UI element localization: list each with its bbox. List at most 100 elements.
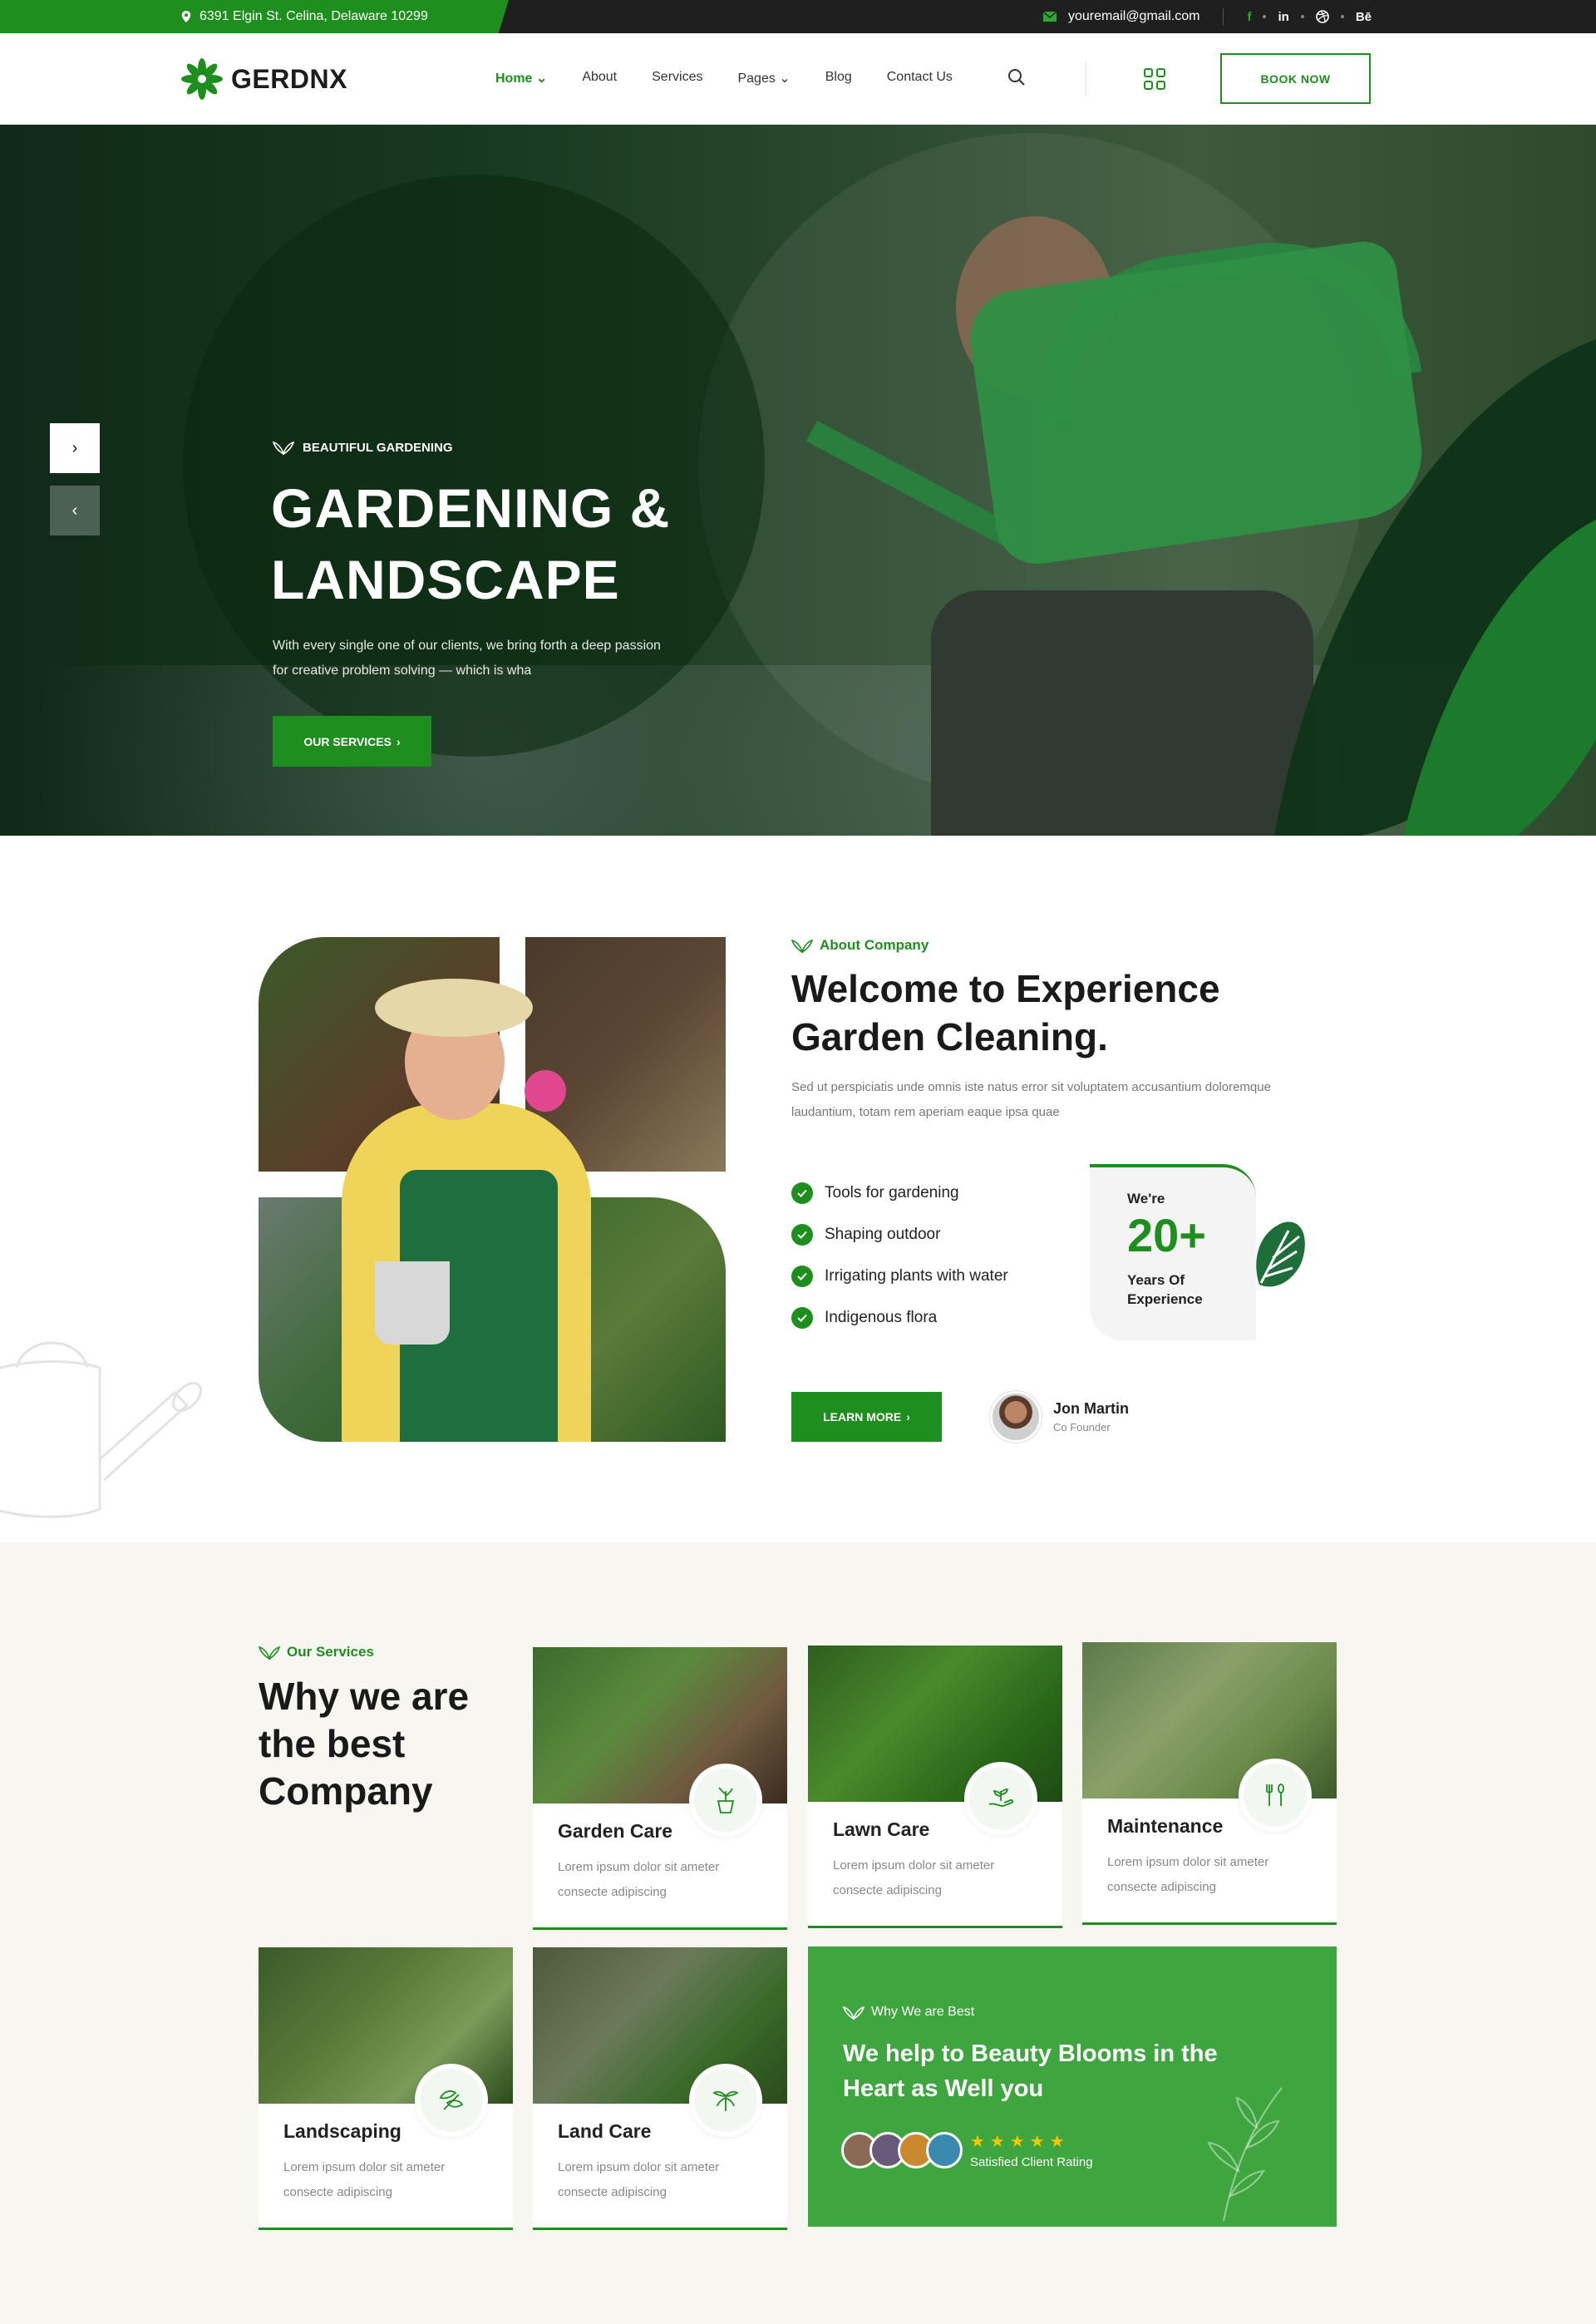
flower-pot bbox=[375, 1261, 450, 1345]
service-title: Maintenance bbox=[1107, 1815, 1224, 1837]
hand-sprout-icon bbox=[964, 1762, 1037, 1835]
check-icon bbox=[791, 1224, 813, 1246]
experience-card: We're 20+ Years Of Experience bbox=[1090, 1164, 1256, 1340]
why-best-tag-text: Why We are Best bbox=[871, 2005, 975, 2019]
hero-title: GARDENING & LANDSCAPE bbox=[271, 472, 670, 615]
hero-gardener-body bbox=[931, 590, 1313, 836]
hero-title-line2: LANDSCAPE bbox=[271, 549, 620, 610]
avatar bbox=[990, 1391, 1042, 1443]
avatar bbox=[926, 2132, 963, 2169]
slider-prev-button[interactable]: ‹ bbox=[50, 486, 100, 535]
services-tag-text: Our Services bbox=[287, 1644, 374, 1660]
author-role: Co Founder bbox=[1053, 1421, 1111, 1433]
hero-tag-text: BEAUTIFUL GARDENING bbox=[303, 440, 453, 455]
garden-tools-icon bbox=[1239, 1759, 1312, 1832]
service-card-land-care[interactable]: Land Care Lorem ipsum dolor sit ameter c… bbox=[533, 1947, 787, 2230]
service-desc: Lorem ipsum dolor sit ameter consecte ad… bbox=[833, 1858, 995, 1897]
plant-pot-icon bbox=[689, 1764, 762, 1837]
about-title: Welcome to Experience Garden Cleaning. bbox=[791, 967, 1220, 1058]
logo[interactable]: GERDNX bbox=[181, 58, 347, 100]
logo-text: GERDNX bbox=[231, 63, 347, 94]
dot-separator bbox=[1300, 15, 1304, 18]
farmer-hat bbox=[375, 979, 533, 1037]
service-title: Landscaping bbox=[283, 2120, 401, 2142]
service-desc: Lorem ipsum dolor sit ameter consecte ad… bbox=[1107, 1855, 1269, 1894]
about-section: About Company Welcome to Experience Gard… bbox=[0, 836, 1596, 1542]
about-image-mosaic bbox=[259, 937, 726, 1442]
palm-plant-icon bbox=[689, 2064, 762, 2137]
service-title: Lawn Care bbox=[833, 1818, 930, 1840]
checklist-item: Shaping outdoor bbox=[791, 1214, 1008, 1256]
topbar-address: 6391 Elgin St. Celina, Delaware 10299 bbox=[0, 0, 509, 33]
main-nav: Home ⌄ About Services Pages ⌄ Blog Conta… bbox=[495, 70, 953, 86]
experience-prefix: We're bbox=[1127, 1191, 1165, 1206]
service-card-landscaping[interactable]: Landscaping Lorem ipsum dolor sit ameter… bbox=[259, 1947, 513, 2230]
our-services-button[interactable]: OUR SERVICES › bbox=[273, 716, 431, 767]
facebook-icon[interactable]: f bbox=[1247, 10, 1251, 24]
mail-icon bbox=[1042, 12, 1057, 22]
hero-section: › ‹ BEAUTIFUL GARDENING GARDENING & LAND… bbox=[0, 125, 1596, 836]
service-title: Garden Care bbox=[558, 1820, 673, 1842]
service-card-maintenance[interactable]: Maintenance Lorem ipsum dolor sit ameter… bbox=[1082, 1642, 1337, 1925]
service-desc: Lorem ipsum dolor sit ameter consecte ad… bbox=[283, 2160, 446, 2199]
nav-home[interactable]: Home ⌄ bbox=[495, 70, 547, 86]
watering-can-image bbox=[963, 237, 1431, 570]
service-desc: Lorem ipsum dolor sit ameter consecte ad… bbox=[558, 1860, 720, 1899]
linkedin-icon[interactable]: in bbox=[1278, 10, 1288, 24]
check-icon bbox=[791, 1307, 813, 1329]
service-card-lawn-care[interactable]: Lawn Care Lorem ipsum dolor sit ameter c… bbox=[808, 1646, 1062, 1928]
experience-label: Years Of Experience bbox=[1127, 1272, 1203, 1307]
pink-flower bbox=[525, 1070, 566, 1112]
landscape-icon bbox=[415, 2064, 488, 2137]
nav-about[interactable]: About bbox=[582, 70, 617, 86]
services-title: Why we are the best Company bbox=[259, 1675, 470, 1813]
client-avatars bbox=[841, 2132, 963, 2169]
check-icon bbox=[791, 1182, 813, 1204]
behance-icon[interactable]: Bē bbox=[1356, 10, 1372, 24]
feature-checklist: Tools for gardening Shaping outdoor Irri… bbox=[791, 1172, 1008, 1339]
address-text: 6391 Elgin St. Celina, Delaware 10299 bbox=[200, 9, 428, 23]
experience-number: 20+ bbox=[1127, 1209, 1206, 1261]
services-tag: Our Services bbox=[259, 1644, 374, 1660]
service-desc: Lorem ipsum dolor sit ameter consecte ad… bbox=[558, 2160, 720, 2199]
logo-flower-icon bbox=[181, 58, 223, 100]
why-best-title: We help to Beauty Blooms in the Heart as… bbox=[843, 2040, 1218, 2102]
nav-services[interactable]: Services bbox=[652, 70, 702, 86]
hero-tag: BEAUTIFUL GARDENING bbox=[273, 440, 453, 455]
watering-can-outline-icon bbox=[0, 1341, 202, 1518]
nav-blog[interactable]: Blog bbox=[825, 70, 852, 86]
author-name: Jon Martin bbox=[1053, 1400, 1130, 1417]
hero-title-line1: GARDENING & bbox=[271, 477, 671, 539]
topbar-right: youremail@gmail.com f in Bē bbox=[1042, 0, 1372, 33]
leaf-sprout-icon bbox=[273, 441, 294, 455]
service-card-garden-care[interactable]: Garden Care Lorem ipsum dolor sit ameter… bbox=[533, 1647, 787, 1930]
author-block: Jon Martin Co Founder bbox=[990, 1391, 1129, 1443]
dot-separator bbox=[1340, 15, 1344, 18]
services-section: Our Services Why we are the best Company bbox=[0, 1542, 1596, 2324]
dot-separator bbox=[1263, 15, 1267, 18]
search-icon[interactable] bbox=[1007, 68, 1026, 86]
checklist-item: Irrigating plants with water bbox=[791, 1256, 1008, 1297]
nav-contact[interactable]: Contact Us bbox=[887, 70, 953, 86]
leaf-sprout-icon bbox=[791, 939, 813, 953]
leaf-sprout-icon bbox=[843, 2006, 864, 2020]
rating-label: Satisfied Client Rating bbox=[970, 2155, 1093, 2169]
checklist-item: Tools for gardening bbox=[791, 1172, 1008, 1214]
hero-description: With every single one of our clients, we… bbox=[273, 639, 661, 678]
topbar: 6391 Elgin St. Celina, Delaware 10299 yo… bbox=[0, 0, 1596, 33]
learn-more-button[interactable]: LEARN MORE › bbox=[791, 1392, 942, 1442]
dribbble-icon[interactable] bbox=[1316, 10, 1329, 23]
email-link[interactable]: youremail@gmail.com bbox=[1068, 9, 1200, 24]
checklist-item: Indigenous flora bbox=[791, 1297, 1008, 1339]
book-now-button[interactable]: BOOK NOW bbox=[1220, 53, 1371, 104]
grid-menu-icon[interactable] bbox=[1144, 68, 1165, 90]
leaf-sprout-icon bbox=[259, 1646, 280, 1660]
why-best-banner: Why We are Best We help to Beauty Blooms… bbox=[808, 1947, 1337, 2227]
nav-pages[interactable]: Pages ⌄ bbox=[737, 70, 790, 86]
about-description: Sed ut perspiciatis unde omnis iste natu… bbox=[791, 1080, 1271, 1119]
site-header: GERDNX Home ⌄ About Services Pages ⌄ Blo… bbox=[0, 33, 1596, 125]
about-tag: About Company bbox=[791, 937, 929, 954]
service-title: Land Care bbox=[558, 2120, 652, 2142]
why-best-tag: Why We are Best bbox=[843, 2005, 974, 2020]
slider-next-button[interactable]: › bbox=[50, 423, 100, 473]
